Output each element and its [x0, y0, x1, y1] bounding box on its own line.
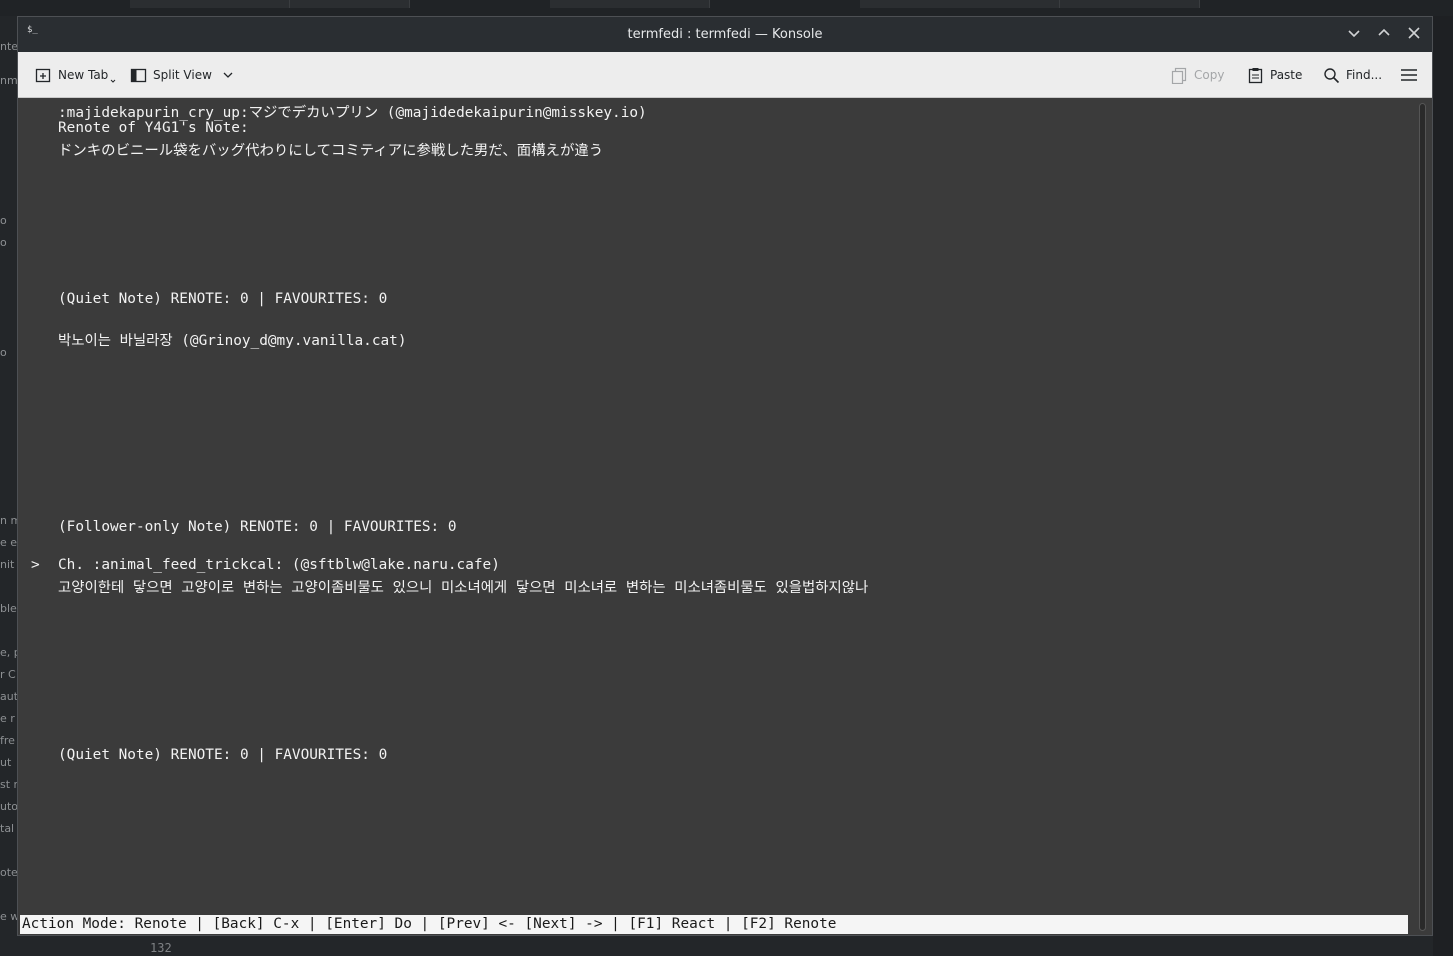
action-status-bar: Action Mode: Renote | [Back] C-x | [Ente… — [20, 915, 1408, 934]
split-view-icon — [130, 68, 147, 82]
note-author: Ch. :animal_feed_trickcal: (@sftblw@lake… — [58, 557, 500, 573]
hamburger-menu-button[interactable] — [1400, 65, 1418, 85]
terminal-scrollbar[interactable] — [1412, 99, 1432, 935]
new-tab-label: New Tab — [58, 68, 109, 82]
copy-icon — [1171, 67, 1187, 84]
background-tab — [290, 0, 410, 8]
background-tab — [130, 0, 290, 8]
note-author: :majidekapurin_cry_up:マジでデカいプリン (@majide… — [58, 105, 647, 121]
paste-label: Paste — [1270, 68, 1303, 82]
title-bar[interactable]: $_ termfedi : termfedi — Konsole — [18, 17, 1432, 52]
find-label: Find... — [1346, 68, 1383, 82]
background-tab — [1060, 0, 1200, 8]
find-button[interactable]: Find... — [1323, 65, 1382, 85]
paste-button[interactable]: Paste — [1247, 65, 1302, 85]
note-author: 박노이는 바닐라장 (@Grinoy_d@my.vanilla.cat) — [58, 333, 407, 349]
chevron-down-icon — [223, 72, 233, 78]
selected-note-marker: > — [31, 557, 40, 573]
background-editor-edge: nte nm o o o n m e e nit ble e, p r C au… — [0, 16, 17, 956]
note-stats: (Follower-only Note) RENOTE: 0 | FAVOURI… — [58, 519, 457, 535]
maximize-button[interactable] — [1374, 25, 1394, 45]
background-right-edge — [1433, 16, 1453, 956]
split-view-button[interactable]: Split View — [130, 65, 234, 85]
toolbar: New Tab Split View Copy Paste Find... — [18, 52, 1432, 98]
paste-icon — [1248, 67, 1263, 83]
background-tab — [550, 0, 710, 8]
window-title: termfedi : termfedi — Konsole — [627, 27, 823, 42]
search-icon — [1324, 67, 1340, 83]
chevron-up-icon — [1378, 28, 1390, 36]
close-icon — [1408, 27, 1420, 39]
terminal-view[interactable]: :majidekapurin_cry_up:マジでデカいプリン (@majide… — [18, 99, 1408, 935]
minimize-button[interactable] — [1344, 25, 1364, 45]
copy-label: Copy — [1194, 68, 1225, 82]
konsole-window: $_ termfedi : termfedi — Konsole New Tab — [17, 16, 1433, 936]
chevron-down-icon — [110, 79, 116, 83]
copy-button[interactable]: Copy — [1171, 65, 1224, 85]
note-stats: (Quiet Note) RENOTE: 0 | FAVOURITES: 0 — [58, 291, 388, 307]
background-editor-bottom — [17, 936, 1433, 956]
background-tab — [860, 0, 1060, 8]
note-content: 고양이한테 닿으면 고양이로 변하는 고양이좀비물도 있으니 미소녀에게 닿으면… — [58, 580, 869, 596]
hamburger-menu-icon — [1401, 69, 1417, 81]
note-content: ドンキのビニール袋をバッグ代わりにしてコミティアに参戦した男だ、面構えが違う — [58, 143, 604, 159]
chevron-down-icon — [1348, 30, 1360, 38]
background-line-number: 132 — [150, 941, 172, 955]
note-stats: (Quiet Note) RENOTE: 0 | FAVOURITES: 0 — [58, 747, 388, 763]
new-tab-button[interactable]: New Tab — [35, 65, 116, 85]
background-window-tabbar — [0, 0, 1453, 16]
split-view-label: Split View — [153, 68, 212, 82]
scrollbar-thumb[interactable] — [1419, 103, 1426, 931]
close-button[interactable] — [1404, 25, 1424, 45]
renote-label: Renote of Y4G1's Note: — [58, 120, 249, 136]
new-tab-icon — [35, 68, 51, 82]
